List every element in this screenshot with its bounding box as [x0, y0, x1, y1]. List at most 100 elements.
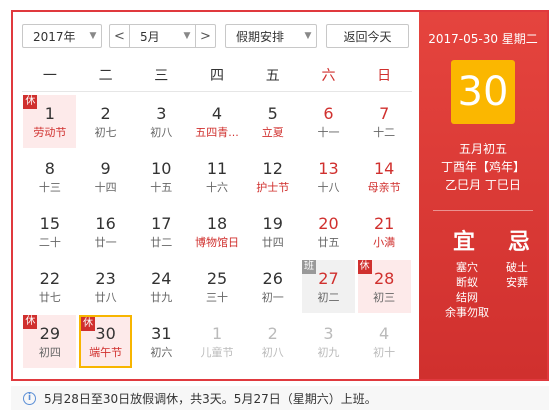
day-cell[interactable]: 15 二十	[23, 205, 76, 258]
yi-item: 塞穴	[456, 261, 478, 274]
day-cell[interactable]: 16 廿一	[79, 205, 132, 258]
calendar-main: 2017年 ▼ < 5月 ▼ > 假期安排 ▼ 返回今天 一 二 三 四 五 六…	[13, 12, 419, 379]
day-cell[interactable]: 4 初十	[358, 315, 411, 368]
chevron-down-icon: ▼	[89, 31, 97, 41]
day-number: 22	[39, 269, 61, 288]
day-cell[interactable]: 20 廿五	[302, 205, 355, 258]
day-cell[interactable]: 4 五四青...	[191, 95, 244, 148]
day-cell[interactable]: 23 廿八	[79, 260, 132, 313]
day-subtext: 廿五	[317, 236, 340, 249]
yi-item: 余事勿取	[445, 306, 489, 319]
month-value[interactable]: 5月	[130, 28, 179, 45]
day-cell[interactable]: 22 廿七	[23, 260, 76, 313]
day-cell[interactable]: 1 儿童节	[191, 315, 244, 368]
holiday-select[interactable]: 假期安排 ▼	[225, 24, 317, 48]
day-cell[interactable]: 9 十四	[79, 150, 132, 203]
day-cell[interactable]: 2 初七	[79, 95, 132, 148]
day-subtext: 护士节	[256, 181, 290, 194]
day-number: 13	[318, 159, 339, 178]
weekday-label: 三	[154, 68, 169, 84]
day-cell[interactable]: 休 1 劳动节	[23, 95, 77, 148]
day-number: 2	[267, 324, 278, 343]
day-cell[interactable]: 10 十五	[135, 150, 188, 203]
ji-title: 忌	[508, 230, 531, 255]
day-cell[interactable]: 班 27 初二	[301, 260, 355, 313]
day-detail-panel: 2017-05-30 星期二 30 五月初五 丁酉年【鸡年】 乙巳月 丁巳日 宜…	[419, 12, 547, 379]
day-cell[interactable]: 17 廿二	[135, 205, 188, 258]
day-subtext: 初二	[317, 291, 340, 304]
day-cell[interactable]: 11 十六	[191, 150, 244, 203]
day-cell[interactable]: 5 立夏	[246, 95, 299, 148]
day-cell[interactable]: 12 护士节	[246, 150, 299, 203]
day-cell[interactable]: 31 初六	[135, 315, 188, 368]
day-cell[interactable]: 3 初八	[135, 95, 188, 148]
day-number: 4	[211, 104, 223, 123]
day-subtext: 廿二	[150, 236, 173, 249]
holiday-notice-text: 5月28日至30日放假调休，共3天。5月27日（星期六）上班。	[44, 391, 377, 406]
day-cell[interactable]: 26 初一	[246, 260, 299, 313]
day-number: 21	[373, 214, 395, 233]
holiday-badge: 休	[357, 260, 372, 274]
day-cell[interactable]: 25 三十	[191, 260, 244, 313]
ganzhi-year: 丁酉年【鸡年】	[440, 160, 525, 174]
day-subtext: 初一	[261, 291, 284, 304]
day-subtext: 初八	[261, 346, 284, 359]
day-cell[interactable]: 24 廿九	[135, 260, 188, 313]
yi-list: 塞穴 断蚁 结网 余事勿取	[439, 260, 495, 320]
day-number: 16	[95, 214, 116, 233]
day-cell[interactable]: 3 初九	[302, 315, 355, 368]
day-subtext: 十五	[150, 181, 173, 194]
ji-item: 破土	[506, 261, 528, 274]
prev-month-button[interactable]: <	[110, 25, 130, 47]
day-subtext: 小满	[373, 236, 396, 249]
holiday-badge: 休	[23, 95, 38, 109]
day-subtext: 十二	[373, 126, 396, 139]
day-cell[interactable]: 18 博物馆日	[191, 205, 244, 258]
next-month-button[interactable]: >	[195, 25, 215, 47]
holiday-badge: 休	[23, 315, 38, 329]
day-cell[interactable]: 14 母亲节	[358, 150, 411, 203]
day-cell[interactable]: 13 十八	[302, 150, 355, 203]
day-subtext: 廿八	[94, 291, 117, 304]
year-select[interactable]: 2017年 ▼	[22, 24, 102, 48]
day-cell[interactable]: 8 十三	[23, 150, 76, 203]
day-cell[interactable]: 7 十二	[358, 95, 411, 148]
header-divider	[22, 91, 412, 92]
day-cell[interactable]: 休 28 初三	[357, 260, 411, 313]
day-subtext: 廿一	[94, 236, 117, 249]
day-subtext: 初九	[317, 346, 340, 359]
day-cell[interactable]: 6 十一	[302, 95, 355, 148]
workday-badge: 班	[301, 260, 316, 274]
yi-title: 宜	[453, 230, 476, 255]
weekday-label: 二	[98, 68, 113, 84]
day-subtext: 五四青...	[195, 126, 239, 139]
weekday-label: 一	[42, 68, 57, 84]
day-number: 3	[156, 104, 167, 123]
day-number: 11	[206, 159, 228, 178]
day-cell[interactable]: 19 廿四	[246, 205, 299, 258]
yi-item: 断蚁	[456, 276, 478, 289]
day-cell[interactable]: 2 初八	[246, 315, 299, 368]
detail-divider	[433, 210, 533, 211]
ganzhi-month-day: 乙巳月 丁巳日	[445, 178, 521, 192]
day-subtext: 初四	[38, 346, 61, 359]
day-number: 8	[44, 159, 55, 178]
day-number: 17	[151, 214, 172, 233]
calendar-grid: 休 1 劳动节 2 初七 3 初八 4 五四青... 5 立夏 6 十一 7 十二 8 十三 9 十四 10 十五 11 十…	[22, 94, 412, 369]
back-to-today-button[interactable]: 返回今天	[326, 24, 409, 48]
day-subtext: 十六	[206, 181, 229, 194]
day-number: 3	[323, 324, 334, 343]
day-subtext: 初八	[150, 126, 173, 139]
day-cell[interactable]: 21 小满	[358, 205, 411, 258]
day-subtext: 初三	[373, 291, 396, 304]
day-subtext: 劳动节	[33, 126, 67, 139]
day-number: 7	[379, 104, 390, 123]
calendar-week-row: 22 廿七 23 廿八 24 廿九 25 三十 26 初一 班 27 初二休 28 初三	[22, 259, 412, 314]
chevron-down-icon: ▼	[304, 31, 312, 41]
day-subtext: 廿四	[261, 236, 284, 249]
day-cell-selected[interactable]: 休 30 端午节	[79, 315, 133, 368]
weekday-label: 日	[377, 68, 392, 84]
day-number: 1	[211, 324, 223, 343]
holiday-badge: 休	[81, 317, 96, 331]
day-cell[interactable]: 休 29 初四	[23, 315, 77, 368]
